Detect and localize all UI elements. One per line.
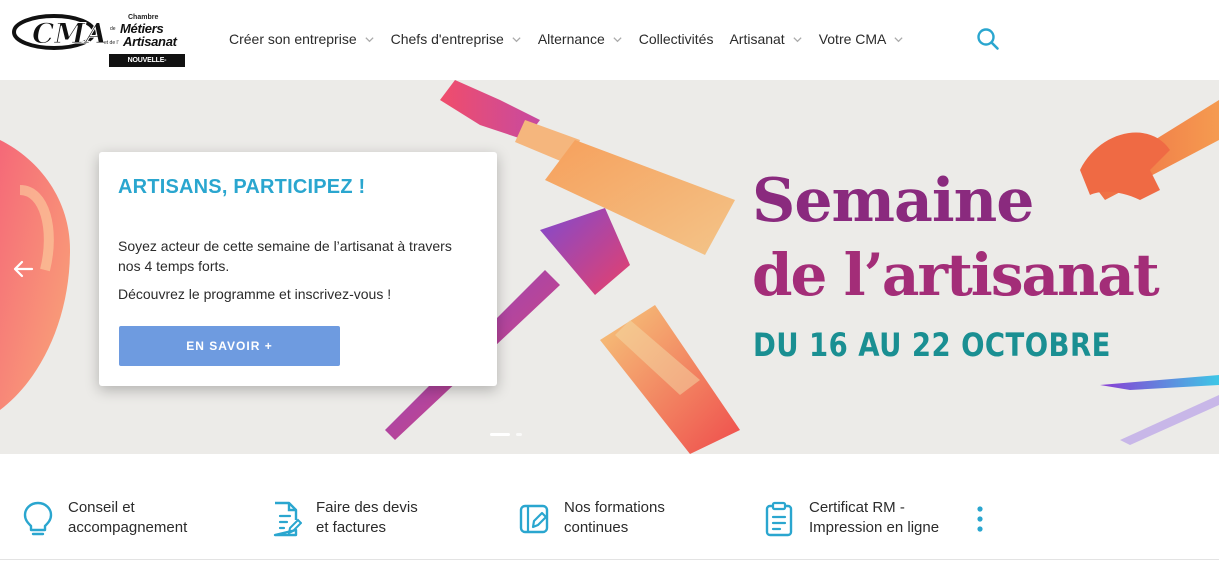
quick-links-bar: Conseil et accompagnement Faire des devi… xyxy=(0,454,1219,560)
carousel-dot-1[interactable] xyxy=(490,433,510,436)
banner-dates: DU 16 AU 22 OCTOBRE xyxy=(753,326,1111,364)
cma-logo-mark: CMA xyxy=(12,14,104,51)
nav-item-label: Votre CMA xyxy=(818,31,887,47)
document-edit-icon xyxy=(273,501,302,537)
quicklink-label: Conseil et accompagnement xyxy=(68,499,188,536)
quicklink-devis[interactable]: Faire des devis et factures xyxy=(270,498,418,538)
banner-title-line2: de l’artisanat xyxy=(752,241,1160,309)
nav-item-label: Créer son entreprise xyxy=(229,31,357,47)
nav-item-chefs[interactable]: Chefs d'entreprise xyxy=(391,31,522,47)
hero-carousel: ARTISANS, PARTICIPEZ ! Soyez acteur de c… xyxy=(0,80,1219,454)
nav-item-label: Artisanat xyxy=(729,31,785,47)
nav-item-alternance[interactable]: Alternance xyxy=(538,31,623,47)
clipboard-icon xyxy=(765,501,793,537)
cma-logo[interactable]: CMA Chambre de Métiers et de l' Artisana… xyxy=(12,8,192,77)
chevron-down-icon xyxy=(512,36,521,42)
nav-item-label: Chefs d'entreprise xyxy=(390,31,504,47)
logo-region-badge: NOUVELLE-CALÉDONIE xyxy=(109,54,185,77)
hero-card-cta-text: Découvrez le programme et inscrivez-vous… xyxy=(118,286,392,302)
nav-item-label: Alternance xyxy=(537,31,605,47)
logo-line3-small: et de l' xyxy=(104,40,119,46)
more-vertical-icon[interactable] xyxy=(972,504,988,534)
nav-item-label: Collectivités xyxy=(638,31,714,47)
carousel-dots xyxy=(490,433,528,436)
quicklink-label: Faire des devis et factures xyxy=(316,499,418,536)
quicklink-certificat[interactable]: Certificat RM - Impression en ligne xyxy=(763,498,939,538)
en-savoir-plus-button[interactable]: EN SAVOIR + xyxy=(119,326,340,366)
carousel-prev-arrow-icon[interactable] xyxy=(10,256,36,282)
nav-item-votre-cma[interactable]: Votre CMA xyxy=(819,31,905,47)
quicklink-conseil[interactable]: Conseil et accompagnement xyxy=(22,498,187,538)
carousel-dot-2[interactable] xyxy=(516,433,522,436)
hero-card-text: Soyez acteur de cette semaine de l’artis… xyxy=(118,238,452,274)
nav-item-collectivites[interactable]: Collectivités xyxy=(639,31,714,47)
search-icon[interactable] xyxy=(976,27,1000,51)
quicklink-formations[interactable]: Nos formations continues xyxy=(518,498,665,538)
quicklink-label: Certificat RM - Impression en ligne xyxy=(809,499,940,536)
chevron-down-icon xyxy=(613,36,622,42)
chevron-down-icon xyxy=(793,36,802,42)
hero-card: ARTISANS, PARTICIPEZ ! Soyez acteur de c… xyxy=(99,152,497,386)
chevron-down-icon xyxy=(894,36,904,42)
logo-line2-small: de xyxy=(110,26,116,32)
nav-item-artisanat[interactable]: Artisanat xyxy=(729,31,802,47)
banner-title-line1: Semaine xyxy=(752,166,1034,236)
svg-text:CMA: CMA xyxy=(32,17,104,50)
logo-line3: Artisanat xyxy=(123,34,177,49)
nav-item-creer[interactable]: Créer son entreprise xyxy=(229,31,375,47)
site-header: CMA Chambre de Métiers et de l' Artisana… xyxy=(0,0,1219,80)
book-pencil-icon xyxy=(519,504,549,534)
hero-card-title: ARTISANS, PARTICIPEZ ! xyxy=(118,176,366,198)
quicklink-label: Nos formations continues xyxy=(564,499,665,536)
logo-line1: Chambre xyxy=(128,14,159,21)
main-nav: Créer son entreprise Chefs d'entreprise … xyxy=(229,29,920,49)
lightbulb-icon xyxy=(23,501,53,536)
chevron-down-icon xyxy=(365,36,374,42)
